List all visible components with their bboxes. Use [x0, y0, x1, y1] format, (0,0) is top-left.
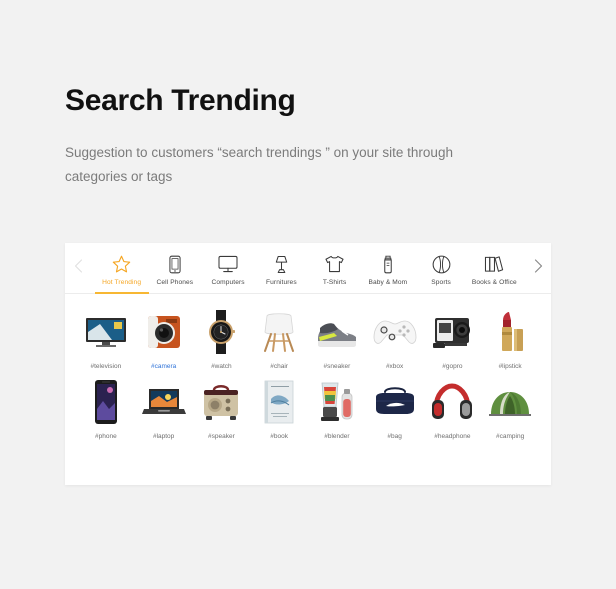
monitor-icon — [218, 254, 238, 274]
tab-baby-and-mom[interactable]: Baby & Mom — [361, 236, 414, 293]
baby-bottle-icon — [382, 254, 394, 274]
product-tag: #chair — [270, 363, 288, 370]
product-tag: #xbox — [385, 363, 404, 370]
product-tag: #speaker — [208, 433, 235, 440]
tab-label: Hot Trending — [102, 279, 142, 286]
product-tag: #laptop — [152, 433, 175, 440]
product-tag: #camping — [496, 433, 525, 440]
lipstick-image — [486, 308, 534, 356]
product-item-chair[interactable]: #chair — [250, 308, 308, 370]
tab-label: Cell Phones — [156, 279, 194, 286]
product-item-laptop[interactable]: #laptop — [135, 378, 193, 440]
tab-label: Baby & Mom — [368, 279, 408, 286]
tab-t-shirts[interactable]: T-Shirts — [308, 236, 361, 293]
product-item-lipstick[interactable]: #lipstick — [481, 308, 539, 370]
tab-sports[interactable]: Sports — [415, 236, 468, 293]
tab-label: Sports — [431, 279, 451, 286]
product-item-headphone[interactable]: #headphone — [424, 378, 482, 440]
gopro-camera-image — [428, 308, 476, 356]
product-item-camping[interactable]: #camping — [481, 378, 539, 440]
laptop-image — [140, 378, 188, 426]
tshirt-icon — [324, 254, 345, 274]
product-tag: #bag — [387, 433, 402, 440]
star-icon — [112, 254, 131, 274]
product-item-phone[interactable]: #phone — [77, 378, 135, 440]
product-tag: #book — [270, 433, 288, 440]
speaker-image — [197, 378, 245, 426]
tab-hot-trending[interactable]: Hot Trending — [95, 236, 148, 293]
watch-image — [197, 308, 245, 356]
product-tag: #sneaker — [323, 363, 351, 370]
books-icon — [484, 254, 504, 274]
tab-label: T-Shirts — [322, 279, 347, 286]
category-tabs: Hot Trending Cell Phones Computers Furni… — [91, 243, 525, 293]
product-tag: #watch — [211, 363, 232, 370]
duffel-bag-image — [371, 378, 419, 426]
carousel-next-button[interactable] — [525, 259, 551, 277]
headphones-image — [428, 378, 476, 426]
product-item-sneaker[interactable]: #sneaker — [308, 308, 366, 370]
smartphone-image — [82, 378, 130, 426]
page-subtitle: Suggestion to customers “search trending… — [65, 145, 453, 184]
product-item-speaker[interactable]: #speaker — [193, 378, 251, 440]
tab-label: Furnitures — [266, 279, 297, 286]
sneaker-image — [313, 308, 361, 356]
tab-label: Computers — [211, 279, 245, 286]
carousel-prev-button[interactable] — [65, 259, 91, 277]
television-image — [82, 308, 130, 356]
xbox-controller-image — [371, 308, 419, 356]
tent-image — [486, 378, 534, 426]
tab-furnitures[interactable]: Furnitures — [255, 236, 308, 293]
category-tabbar: Hot Trending Cell Phones Computers Furni… — [65, 243, 551, 294]
product-tag: #gopro — [442, 363, 463, 370]
phone-icon — [169, 254, 181, 274]
heading-block: Search Trending Suggestion to customers … — [65, 83, 535, 189]
camera-image — [140, 308, 188, 356]
product-item-book[interactable]: #book — [250, 378, 308, 440]
tab-label: Books & Office — [471, 279, 517, 286]
product-tag: #camera — [150, 363, 177, 370]
trending-product-grid: #television #camera #watch #chair #sneak… — [65, 294, 551, 452]
product-tag: #blender — [324, 433, 350, 440]
product-tag: #headphone — [434, 433, 471, 440]
page-title: Search Trending — [65, 84, 296, 117]
ball-icon — [432, 254, 451, 274]
book-image — [255, 378, 303, 426]
tab-cell-phones[interactable]: Cell Phones — [148, 236, 201, 293]
product-item-xbox[interactable]: #xbox — [366, 308, 424, 370]
product-tag: #phone — [95, 433, 117, 440]
chevron-left-icon — [74, 259, 83, 273]
product-tag: #television — [90, 363, 122, 370]
product-item-gopro[interactable]: #gopro — [424, 308, 482, 370]
search-trending-card: Hot Trending Cell Phones Computers Furni… — [65, 243, 551, 485]
chair-image — [255, 308, 303, 356]
product-item-camera[interactable]: #camera — [135, 308, 193, 370]
product-item-watch[interactable]: #watch — [193, 308, 251, 370]
chevron-right-icon — [534, 259, 543, 273]
lamp-icon — [273, 254, 290, 274]
tab-computers[interactable]: Computers — [202, 236, 255, 293]
product-item-bag[interactable]: #bag — [366, 378, 424, 440]
product-item-blender[interactable]: #blender — [308, 378, 366, 440]
tab-books-and-office[interactable]: Books & Office — [468, 236, 521, 293]
product-item-television[interactable]: #television — [77, 308, 135, 370]
blender-image — [313, 378, 361, 426]
page-root: Search Trending Suggestion to customers … — [0, 0, 616, 589]
product-tag: #lipstick — [498, 363, 522, 370]
